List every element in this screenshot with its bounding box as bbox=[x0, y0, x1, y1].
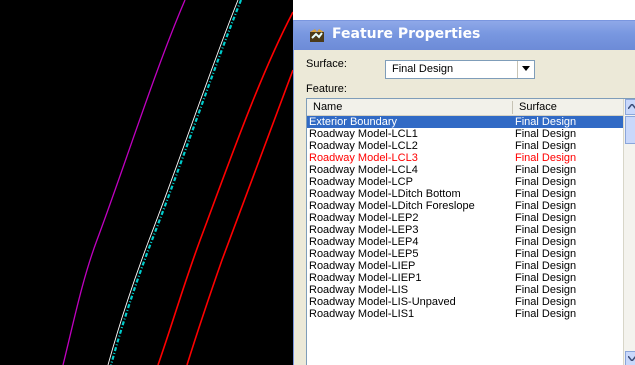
table-row[interactable]: Roadway Model-LDitch Foreslope Final Desi… bbox=[307, 200, 623, 212]
table-row[interactable]: Roadway Model-LCP Final Design bbox=[307, 176, 623, 188]
table-row[interactable]: Roadway Model-LIS1 Final Design bbox=[307, 308, 623, 320]
column-header-surface[interactable]: Surface bbox=[519, 101, 557, 113]
feature-name: Roadway Model-LDitch Foreslope bbox=[309, 200, 475, 212]
feature-surface: Final Design bbox=[515, 176, 577, 188]
feature-surface: Final Design bbox=[515, 164, 577, 176]
feature-surface: Final Design bbox=[515, 116, 577, 128]
feature-label: Feature: bbox=[306, 83, 347, 95]
feature-properties-dialog: Feature Properties Surface: Final Design… bbox=[293, 20, 635, 365]
table-row[interactable]: Roadway Model-LIEP1 Final Design bbox=[307, 272, 623, 284]
feature-name: Roadway Model-LIS-Unpaved bbox=[309, 296, 456, 308]
table-row[interactable]: Roadway Model-LIEP Final Design bbox=[307, 260, 623, 272]
dropdown-arrow-icon bbox=[522, 66, 530, 71]
feature-name: Roadway Model-LEP3 bbox=[309, 224, 419, 236]
feature-surface: Final Design bbox=[515, 272, 577, 284]
feature-surface: Final Design bbox=[515, 200, 577, 212]
table-row[interactable]: Roadway Model-LIS Final Design bbox=[307, 284, 623, 296]
feature-name: Exterior Boundary bbox=[309, 116, 398, 128]
table-row[interactable]: Roadway Model-LDitch Bottom Final Design bbox=[307, 188, 623, 200]
red-feature-line-left bbox=[157, 11, 293, 365]
feature-surface: Final Design bbox=[515, 128, 577, 140]
table-row[interactable]: Roadway Model-LEP5 Final Design bbox=[307, 248, 623, 260]
scroll-down-button[interactable] bbox=[625, 351, 635, 365]
feature-name: Roadway Model-LIEP1 bbox=[309, 272, 422, 284]
feature-surface: Final Design bbox=[515, 140, 577, 152]
feature-name: Roadway Model-LCL1 bbox=[309, 128, 418, 140]
feature-surface: Final Design bbox=[515, 308, 577, 320]
surface-dropdown[interactable]: Final Design bbox=[385, 60, 535, 79]
dropdown-button[interactable] bbox=[517, 61, 534, 78]
feature-surface: Final Design bbox=[515, 284, 577, 296]
table-row[interactable]: Roadway Model-LEP4 Final Design bbox=[307, 236, 623, 248]
column-header-name[interactable]: Name bbox=[313, 101, 342, 113]
feature-surface: Final Design bbox=[515, 296, 577, 308]
red-feature-line-right bbox=[186, 69, 293, 365]
scroll-up-icon bbox=[628, 104, 635, 109]
column-divider[interactable] bbox=[512, 101, 513, 114]
feature-surface: Final Design bbox=[515, 224, 577, 236]
feature-name: Roadway Model-LEP5 bbox=[309, 248, 419, 260]
feature-rows: Exterior Boundary Final Design Roadway Mo… bbox=[307, 116, 623, 320]
feature-surface: Final Design bbox=[515, 236, 577, 248]
table-row[interactable]: Roadway Model-LCL2 Final Design bbox=[307, 140, 623, 152]
scroll-up-button[interactable] bbox=[625, 99, 635, 115]
feature-name: Roadway Model-LIS1 bbox=[309, 308, 415, 320]
feature-list[interactable]: Name Surface Exterior Boundary Final Desi… bbox=[306, 98, 635, 365]
title-bar[interactable]: Feature Properties bbox=[294, 21, 635, 50]
surface-label: Surface: bbox=[306, 58, 347, 70]
table-row[interactable]: Roadway Model-LEP2 Final Design bbox=[307, 212, 623, 224]
surface-selected-value: Final Design bbox=[392, 63, 454, 75]
table-row[interactable]: Roadway Model-LIS-Unpaved Final Design bbox=[307, 296, 623, 308]
dialog-title: Feature Properties bbox=[332, 26, 481, 42]
cad-drawing-canvas[interactable] bbox=[0, 0, 293, 365]
table-row[interactable]: Roadway Model-LEP3 Final Design bbox=[307, 224, 623, 236]
feature-properties-icon bbox=[310, 29, 324, 42]
feature-name: Roadway Model-LCL3 bbox=[309, 152, 418, 164]
feature-surface: Final Design bbox=[515, 212, 577, 224]
table-row[interactable]: Roadway Model-LCL4 Final Design bbox=[307, 164, 623, 176]
scrollbar-thumb[interactable] bbox=[625, 116, 635, 144]
table-row[interactable]: Exterior Boundary Final Design bbox=[307, 116, 623, 128]
screen: Feature Properties Surface: Final Design… bbox=[0, 0, 635, 365]
scroll-down-icon bbox=[628, 356, 635, 361]
feature-name: Roadway Model-LEP4 bbox=[309, 236, 419, 248]
feature-surface: Final Design bbox=[515, 260, 577, 272]
feature-name: Roadway Model-LIS bbox=[309, 284, 409, 296]
feature-name: Roadway Model-LIEP bbox=[309, 260, 416, 272]
feature-list-header: Name Surface bbox=[307, 99, 623, 116]
feature-surface: Final Design bbox=[515, 152, 577, 164]
feature-surface: Final Design bbox=[515, 248, 577, 260]
feature-name: Roadway Model-LCP bbox=[309, 176, 413, 188]
feature-name: Roadway Model-LDitch Bottom bbox=[309, 188, 461, 200]
table-row[interactable]: Roadway Model-LCL1 Final Design bbox=[307, 128, 623, 140]
feature-name: Roadway Model-LEP2 bbox=[309, 212, 419, 224]
vertical-scrollbar[interactable] bbox=[623, 99, 635, 365]
feature-name: Roadway Model-LCL4 bbox=[309, 164, 418, 176]
table-row[interactable]: Roadway Model-LCL3 Final Design bbox=[307, 152, 623, 164]
feature-name: Roadway Model-LCL2 bbox=[309, 140, 418, 152]
cad-lines bbox=[62, 0, 293, 365]
feature-surface: Final Design bbox=[515, 188, 577, 200]
